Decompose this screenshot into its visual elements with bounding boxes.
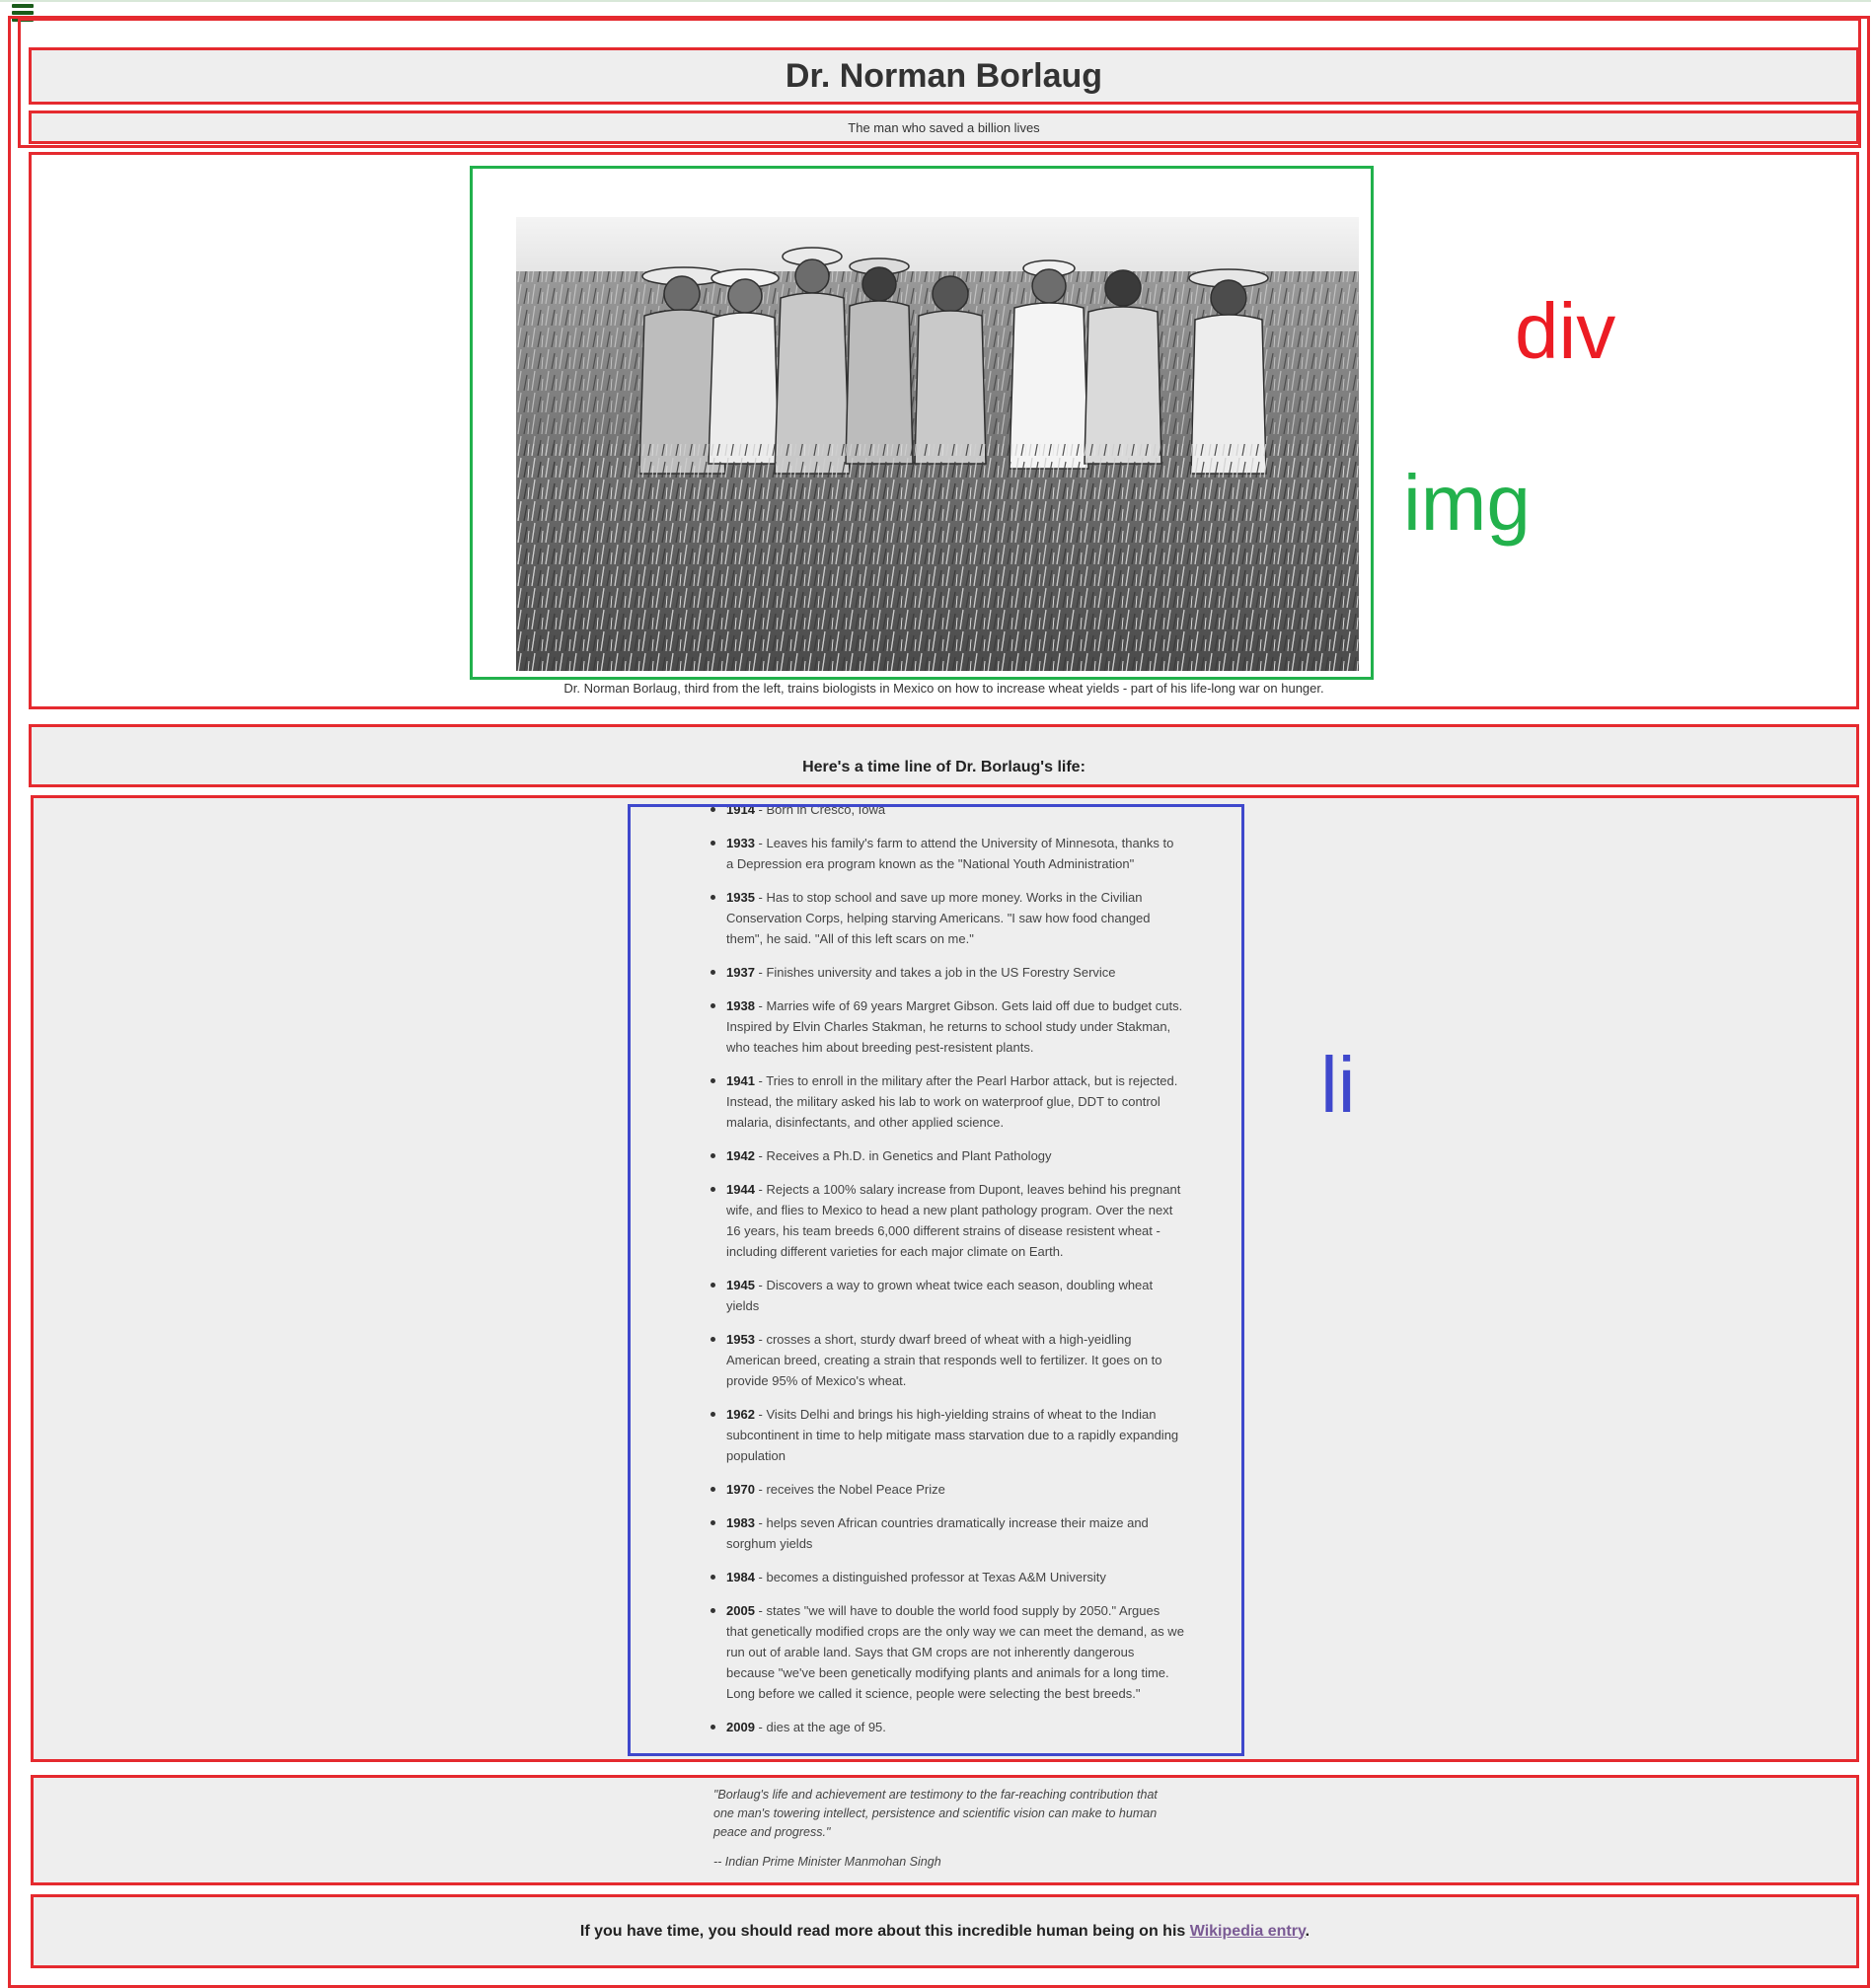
quote-text: "Borlaug's life and achievement are test… [713,1788,1158,1839]
footer-text: If you have time, you should read more a… [580,1923,1310,1941]
quote-author: -- Indian Prime Minister Manmohan Singh [713,1855,941,1869]
list-highlight-box [628,804,1244,1756]
title-container: Dr. Norman Borlaug [29,47,1859,105]
borlaug-photo [516,217,1359,671]
photo-caption: Dr. Norman Borlaug, third from the left,… [563,681,1324,696]
top-border-line [0,0,1871,2]
footer-text-before: If you have time, you should read more a… [579,1922,1190,1940]
footer-section: If you have time, you should read more a… [31,1894,1859,1968]
img-annotation-label: img [1403,459,1531,547]
div-annotation-label: div [1515,287,1616,375]
page-title: Dr. Norman Borlaug [785,56,1103,95]
footer-text-after: . [1305,1922,1310,1940]
timeline-heading-container: Here's a time line of Dr. Borlaug's life… [29,724,1859,787]
timeline-heading: Here's a time line of Dr. Borlaug's life… [802,759,1085,775]
li-annotation-label: li [1320,1041,1356,1129]
subtitle-container: The man who saved a billion lives [29,110,1859,144]
page-subtitle: The man who saved a billion lives [848,119,1040,135]
wikipedia-link[interactable]: Wikipedia entry [1190,1923,1306,1940]
